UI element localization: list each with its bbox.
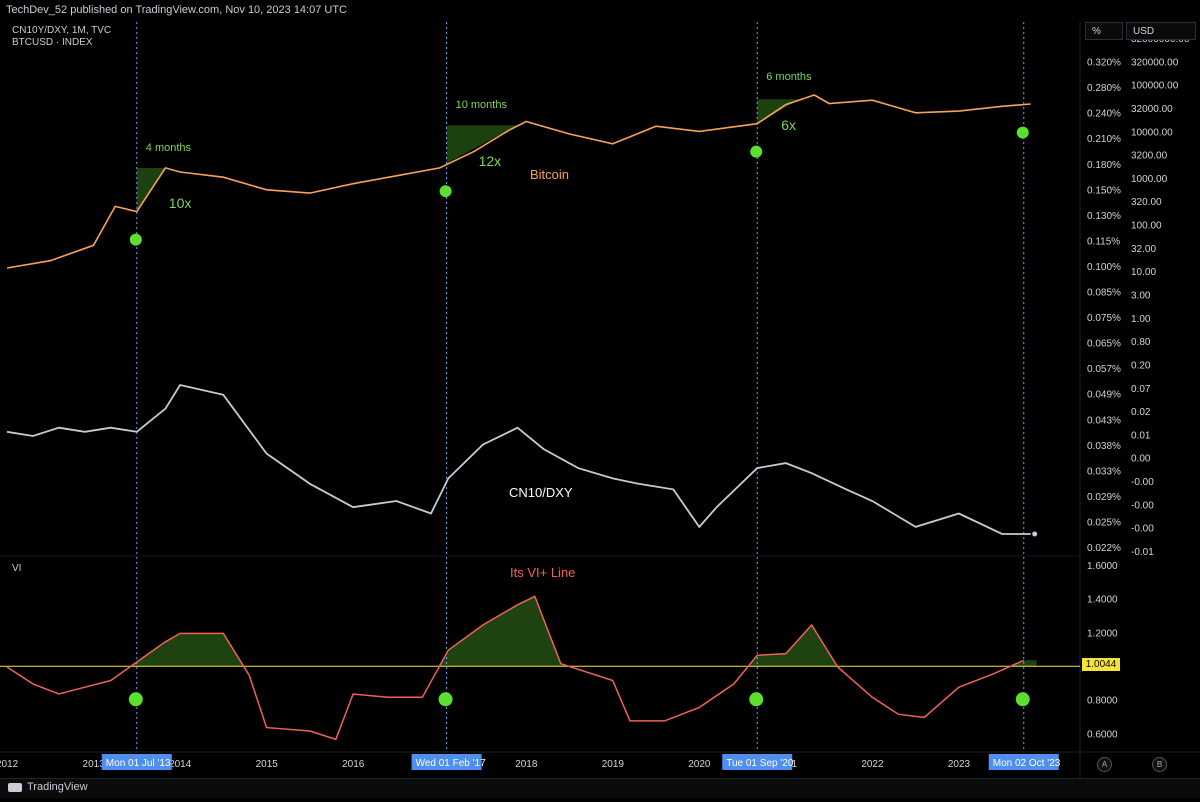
percent-tick-label: 0.240% xyxy=(1087,109,1121,120)
usd-tick-label: 320000.00 xyxy=(1131,57,1179,68)
event-dot-vi xyxy=(1015,692,1030,707)
symbol-cn10y-dxy: CN10Y/DXY, 1M, TVC xyxy=(12,25,112,36)
usd-tick-label: -0.00 xyxy=(1131,477,1154,488)
percent-tick-label: 0.150% xyxy=(1087,185,1121,196)
x-tick-label: 2015 xyxy=(256,759,279,770)
x-tick-label: 2014 xyxy=(169,759,192,770)
percent-tick-label: 0.210% xyxy=(1087,134,1121,145)
usd-tick-label: 320.00 xyxy=(1131,197,1162,208)
event-date-label: Wed 01 Feb '17 xyxy=(416,758,487,769)
tradingview-brand: TradingView xyxy=(27,781,88,793)
bitcoin-annotation: Bitcoin xyxy=(530,167,569,182)
usd-tick-label: 0.02 xyxy=(1131,407,1151,418)
event-dot-vi xyxy=(749,692,764,707)
duration-label: 10 months xyxy=(456,99,508,111)
vi-annotation: Its VI+ Line xyxy=(510,565,575,580)
usd-tick-label: 0.07 xyxy=(1131,384,1151,395)
usd-tick-label: 100.00 xyxy=(1131,221,1162,232)
event-date-label: Mon 01 Jul '13 xyxy=(106,758,171,769)
usd-tick-label: 3.00 xyxy=(1131,291,1151,302)
published-by: TechDev_52 published on TradingView.com,… xyxy=(6,4,348,16)
usd-tick-label: -0.00 xyxy=(1131,524,1154,535)
usd-tick-label: -0.01 xyxy=(1131,547,1154,558)
duration-label: 4 months xyxy=(146,142,192,154)
tradingview-icon xyxy=(8,782,22,792)
cn10y-last-point xyxy=(1032,531,1038,537)
usd-tick-label: 0.20 xyxy=(1131,360,1151,371)
usd-scale-header[interactable]: USD xyxy=(1126,22,1196,40)
percent-tick-label: 0.033% xyxy=(1087,466,1121,477)
percent-tick-label: 0.320% xyxy=(1087,58,1121,69)
event-dot-price xyxy=(439,185,452,198)
x-tick-label: 2019 xyxy=(602,759,625,770)
duration-label: 6 months xyxy=(766,71,812,83)
log-scale-button[interactable]: B xyxy=(1152,757,1167,772)
multiplier-label: 10x xyxy=(169,195,192,211)
event-date-label: Mon 02 Oct '23 xyxy=(993,758,1061,769)
event-dot-vi xyxy=(438,692,453,707)
percent-tick-label: 0.025% xyxy=(1087,517,1121,528)
event-dot-vi xyxy=(128,692,143,707)
percent-tick-label: 0.029% xyxy=(1087,492,1121,503)
percent-tick-label: 0.180% xyxy=(1087,160,1121,171)
usd-tick-label: 10000.00 xyxy=(1131,127,1173,138)
footer-bar: TradingView xyxy=(0,778,1200,798)
x-tick-label: 2012 xyxy=(0,759,19,770)
x-tick-label: 2022 xyxy=(861,759,884,770)
x-tick-label: 2018 xyxy=(515,759,538,770)
x-tick-label: 2016 xyxy=(342,759,365,770)
cn10y-dxy-line xyxy=(6,383,1031,535)
usd-tick-label: 3200.00 xyxy=(1131,151,1168,162)
symbol-btcusd: BTCUSD · INDEX xyxy=(12,37,93,48)
vi-tick-label: 1.2000 xyxy=(1087,628,1118,639)
percent-tick-label: 0.280% xyxy=(1087,83,1121,94)
usd-tick-label: 0.01 xyxy=(1131,430,1151,441)
percent-tick-label: 0.049% xyxy=(1087,390,1121,401)
percent-tick-label: 0.130% xyxy=(1087,211,1121,222)
vi-tick-label: 0.8000 xyxy=(1087,696,1118,707)
vi-tick-label: 1.6000 xyxy=(1087,561,1118,572)
indicator-name: VI xyxy=(12,563,22,574)
usd-tick-label: -0.00 xyxy=(1131,500,1154,511)
cn10-dxy-annotation: CN10/DXY xyxy=(509,485,573,500)
event-date-label: Tue 01 Sep '20 xyxy=(726,758,794,769)
percent-tick-label: 0.022% xyxy=(1087,543,1121,554)
percent-tick-label: 0.115% xyxy=(1087,236,1120,247)
usd-tick-label: 0.80 xyxy=(1131,337,1151,348)
vi-current-value: 1.0044 xyxy=(1082,658,1120,671)
percent-tick-label: 0.085% xyxy=(1087,288,1121,299)
usd-tick-label: 1.00 xyxy=(1131,314,1151,325)
percent-tick-label: 0.065% xyxy=(1087,339,1121,350)
tradingview-logo[interactable]: TradingView xyxy=(8,781,88,793)
percent-tick-label: 0.075% xyxy=(1087,313,1121,324)
event-dot-price xyxy=(750,145,763,158)
percent-tick-label: 0.038% xyxy=(1087,441,1121,452)
usd-tick-label: 10.00 xyxy=(1131,267,1156,278)
bitcoin-line xyxy=(6,94,1031,269)
chart[interactable]: 32000000.00320000.00100000.0032000.00100… xyxy=(0,0,1200,797)
percent-tick-label: 0.057% xyxy=(1087,364,1121,375)
usd-tick-label: 0.00 xyxy=(1131,454,1151,465)
percent-tick-label: 0.043% xyxy=(1087,415,1121,426)
vi-tick-label: 0.6000 xyxy=(1087,729,1118,740)
x-tick-label: 2020 xyxy=(688,759,711,770)
percent-tick-label: 0.100% xyxy=(1087,262,1121,273)
x-tick-label: 2023 xyxy=(948,759,971,770)
usd-tick-label: 1000.00 xyxy=(1131,174,1168,185)
multiplier-label: 12x xyxy=(479,153,502,169)
chart-svg: 32000000.00320000.00100000.0032000.00100… xyxy=(0,22,1200,778)
vi-tick-label: 1.4000 xyxy=(1087,595,1118,606)
usd-tick-label: 100000.00 xyxy=(1131,81,1179,92)
auto-scale-button[interactable]: A xyxy=(1097,757,1112,772)
event-dot-price xyxy=(1016,126,1029,139)
vi-positive-fill xyxy=(131,596,1037,667)
percent-scale-header[interactable]: % xyxy=(1085,22,1123,40)
usd-tick-label: 32.00 xyxy=(1131,244,1156,255)
usd-tick-label: 32000.00 xyxy=(1131,104,1173,115)
event-dot-price xyxy=(129,233,142,246)
multiplier-label: 6x xyxy=(781,117,796,133)
